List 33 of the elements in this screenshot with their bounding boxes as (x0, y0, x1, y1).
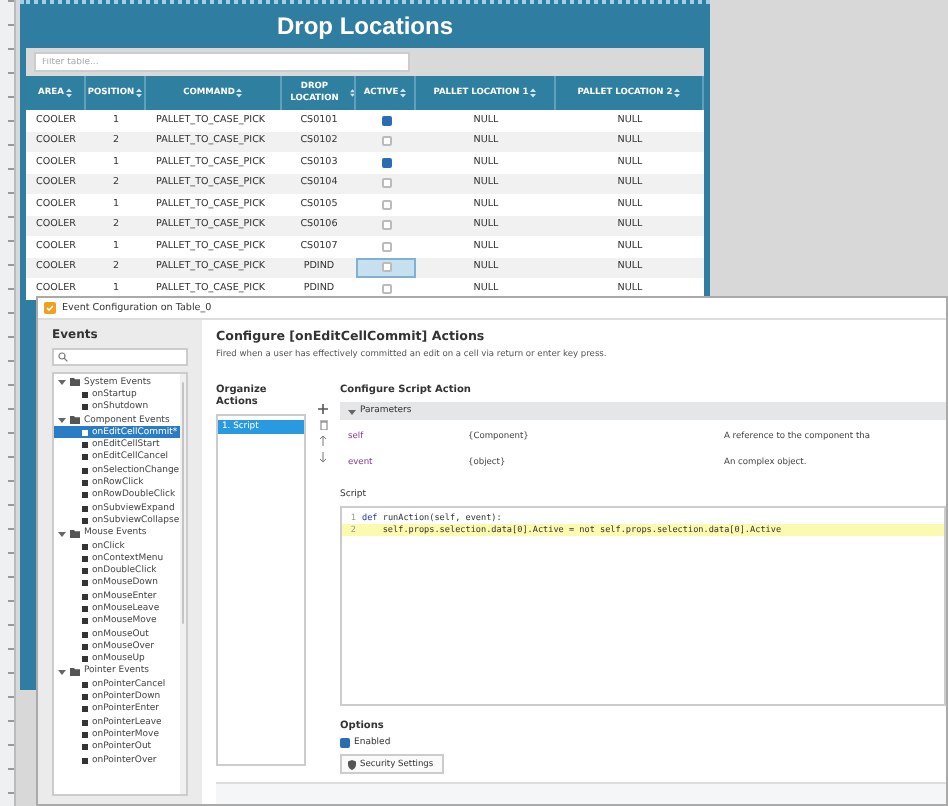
scrollbar-thumb[interactable] (181, 382, 184, 625)
caret-down-icon[interactable] (58, 529, 66, 538)
checkbox[interactable] (381, 241, 391, 252)
search-icon (58, 352, 68, 362)
checkbox[interactable] (381, 115, 391, 126)
checkbox[interactable] (381, 283, 391, 294)
checkbox[interactable] (381, 220, 391, 231)
caret-down-icon[interactable] (348, 407, 356, 415)
down-arrow-icon[interactable] (320, 452, 326, 462)
caret-down-icon[interactable] (58, 667, 66, 676)
shield-icon (348, 759, 356, 769)
checkbox[interactable] (381, 136, 391, 147)
checkbox[interactable] (381, 199, 391, 210)
sort-icon (65, 88, 72, 98)
up-arrow-icon[interactable] (320, 436, 326, 446)
sort-icon (674, 88, 681, 98)
trash-icon[interactable] (319, 420, 327, 430)
enabled-checkbox[interactable] (340, 738, 350, 748)
sort-icon (400, 88, 407, 98)
caret-down-icon[interactable] (58, 378, 66, 387)
caret-down-icon[interactable] (58, 416, 66, 425)
folder-icon (70, 378, 80, 387)
add-icon[interactable] (318, 404, 328, 414)
checkbox[interactable] (381, 262, 391, 273)
panel-title: Drop Locations (274, 10, 455, 44)
checkbox-cell[interactable] (356, 257, 416, 278)
sort-icon (530, 88, 537, 98)
checkbox[interactable] (381, 157, 391, 168)
folder-icon (70, 667, 80, 676)
search-field[interactable] (52, 348, 188, 366)
sort-icon (236, 88, 243, 98)
folder-icon (70, 529, 80, 538)
checkbox[interactable] (381, 178, 391, 189)
